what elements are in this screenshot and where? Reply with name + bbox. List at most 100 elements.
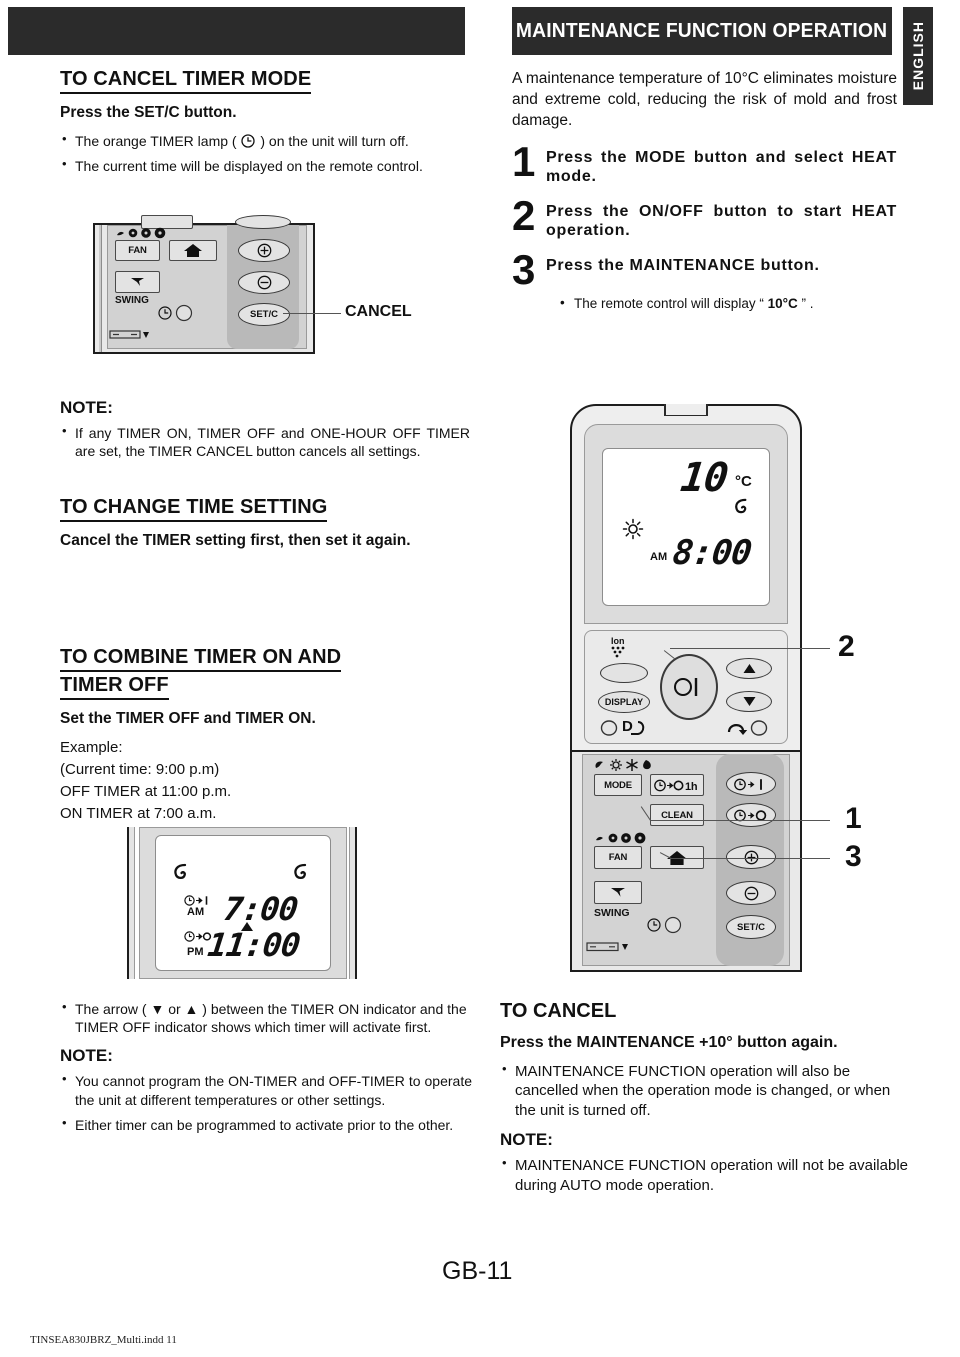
bullet1-pre-text: The orange TIMER lamp ( xyxy=(75,133,241,150)
lead-press-setc: Press the SET/C button. xyxy=(60,104,237,121)
on-off-button[interactable] xyxy=(660,654,718,720)
timer-on-button-partial[interactable] xyxy=(235,215,291,229)
callout-line-2 xyxy=(670,648,830,650)
display-button-label: DISPLAY xyxy=(604,697,644,707)
set-c-label: SET/C xyxy=(250,309,278,320)
set-c-button-2[interactable]: SET/C xyxy=(726,915,776,939)
callout-number-2: 2 xyxy=(838,630,855,663)
step-2-number: 2 xyxy=(512,191,536,239)
step-1: 1 Press the MODE button and select HEAT … xyxy=(512,140,897,187)
heading-change-time-setting: TO CHANGE TIME SETTING xyxy=(60,496,328,522)
language-tab-label: ENGLISH xyxy=(910,21,926,91)
timer-clock-icon xyxy=(240,133,256,148)
note-bullets-2: You cannot program the ON-TIMER and OFF-… xyxy=(60,1071,472,1134)
note-bullets-3: MAINTENANCE FUNCTION operation will not … xyxy=(500,1155,908,1195)
lcd-pm-label: PM xyxy=(187,946,204,958)
step-1-text: Press the MODE button and select HEAT mo… xyxy=(546,148,897,186)
plus-icon xyxy=(257,243,271,258)
language-tab: ENGLISH xyxy=(903,7,933,105)
clean-button[interactable]: CLEAN xyxy=(650,804,704,826)
example-line-3: OFF TIMER at 11:00 p.m. xyxy=(60,783,232,801)
section-cancel-timer-mode: TO CANCEL TIMER MODE Press the SET/C but… xyxy=(60,68,470,176)
heading-combine-timer-line1: TO COMBINE TIMER ON AND xyxy=(60,646,342,673)
fan-button[interactable]: FAN xyxy=(115,240,160,261)
swing-louver-icon xyxy=(610,888,625,897)
sun-icon xyxy=(621,517,645,545)
set-c-label-2: SET/C xyxy=(737,921,765,933)
rotate-arrow-icon xyxy=(726,718,748,742)
lcd-temperature-unit: °C xyxy=(735,473,752,490)
list-item: If any TIMER ON, TIMER OFF and ONE-HOUR … xyxy=(60,423,470,460)
example-line-1: Example: xyxy=(60,739,123,757)
bullet1-post-text: ) on the unit will turn off. xyxy=(256,133,409,150)
callout-number-3: 3 xyxy=(845,840,862,873)
mode-button[interactable]: MODE xyxy=(594,774,642,796)
heat-swirl-icon-left xyxy=(172,862,192,888)
minus-icon xyxy=(257,275,271,290)
ion-icon: Ion xyxy=(602,635,638,665)
bullets-arrow-note: The arrow ( ▼ or ▲ ) between the TIMER O… xyxy=(60,999,472,1036)
lcd-timer-off-time: 11:00 xyxy=(205,926,302,964)
reset-hole-right[interactable] xyxy=(750,719,768,741)
left-bottom-notes: The arrow ( ▼ or ▲ ) between the TIMER O… xyxy=(60,999,472,1144)
minus-icon xyxy=(744,886,758,900)
maintenance-button[interactable] xyxy=(169,240,217,261)
temp-down-arrow-button[interactable] xyxy=(726,691,772,712)
lcd-combine-timer-diagram: AM 7:00 PM 11:00 xyxy=(127,827,372,982)
bullets-to-cancel: MAINTENANCE FUNCTION operation will also… xyxy=(500,1061,908,1121)
arrow-up-icon xyxy=(743,663,755,673)
svg-text:Ion: Ion xyxy=(611,636,625,646)
callout-number-1: 1 xyxy=(845,802,862,835)
ion-button[interactable] xyxy=(600,663,648,683)
substep-value: 10°C xyxy=(767,295,798,311)
bullets-cancel-timer-mode: The orange TIMER lamp ( ) on the unit wi… xyxy=(60,131,470,175)
temp-down-button-2[interactable] xyxy=(726,881,776,905)
substep-prefix: The remote control will display “ xyxy=(574,295,768,311)
print-file-note: TINSEA830JBRZ_Multi.indd 11 xyxy=(30,1334,177,1346)
lcd-screen-maintenance: 10 °C AM 8:00 xyxy=(602,448,770,606)
one-hour-off-timer-button[interactable]: 1h xyxy=(650,774,704,796)
lcd-clock-time: 8:00 xyxy=(670,533,754,573)
swing-label: SWING xyxy=(115,295,149,306)
set-c-button[interactable]: SET/C xyxy=(238,303,290,326)
callout-line-1 xyxy=(650,820,830,822)
plus-icon xyxy=(744,850,758,864)
list-item: You cannot program the ON-TIMER and OFF-… xyxy=(60,1071,472,1108)
reset-hole[interactable] xyxy=(600,719,618,741)
list-item: MAINTENANCE FUNCTION operation will also… xyxy=(500,1061,908,1121)
swing-button-2[interactable] xyxy=(594,881,642,904)
temp-down-button[interactable] xyxy=(238,271,290,294)
step-3-substep: The remote control will display “ 10°C ”… xyxy=(560,295,897,311)
arrow-down-icon xyxy=(743,696,755,706)
fan-button-2[interactable]: FAN xyxy=(594,846,642,869)
clean-button-label: CLEAN xyxy=(661,809,693,821)
timer-off-button[interactable] xyxy=(726,803,776,827)
lead-combine-timer: Set the TIMER OFF and TIMER ON. xyxy=(60,710,316,728)
note-bullets-1: If any TIMER ON, TIMER OFF and ONE-HOUR … xyxy=(60,423,470,460)
temp-up-button[interactable] xyxy=(238,239,290,262)
step-2: 2 Press the ON/OFF button to start HEAT … xyxy=(512,191,897,241)
one-hour-icon: 1h xyxy=(654,779,698,792)
remote-ir-notch xyxy=(664,404,708,416)
lcd-temperature-value: 10 xyxy=(678,455,730,501)
right-header-banner: MAINTENANCE FUNCTION OPERATION xyxy=(512,7,892,55)
fan-button-label: FAN xyxy=(128,245,147,256)
temp-up-button-2[interactable] xyxy=(726,845,776,869)
timer-lamp-icon xyxy=(157,305,173,325)
heat-swirl-icon-right xyxy=(292,862,312,888)
swing-louver-icon xyxy=(130,278,144,286)
timer-lamp-icon-2 xyxy=(646,917,662,937)
heading-cancel-timer-mode: TO CANCEL TIMER MODE xyxy=(60,68,312,94)
timer-on-button[interactable] xyxy=(726,772,776,796)
callout-label-cancel: CANCEL xyxy=(345,303,412,320)
display-button[interactable]: DISPLAY xyxy=(598,691,650,713)
swing-button[interactable] xyxy=(115,271,160,293)
step-2-text: Press the ON/OFF button to start HEAT op… xyxy=(546,202,897,240)
example-line-4: ON TIMER at 7:00 a.m. xyxy=(60,804,217,822)
maintenance-function-title: MAINTENANCE FUNCTION OPERATION xyxy=(516,19,888,42)
maintenance-intro-text: A maintenance temperature of 10°C elimin… xyxy=(512,70,897,130)
page-number: GB-11 xyxy=(442,1257,513,1285)
list-item: The arrow ( ▼ or ▲ ) between the TIMER O… xyxy=(60,999,472,1036)
temp-up-arrow-button[interactable] xyxy=(726,658,772,679)
heading-to-cancel: TO CANCEL xyxy=(500,1000,617,1022)
